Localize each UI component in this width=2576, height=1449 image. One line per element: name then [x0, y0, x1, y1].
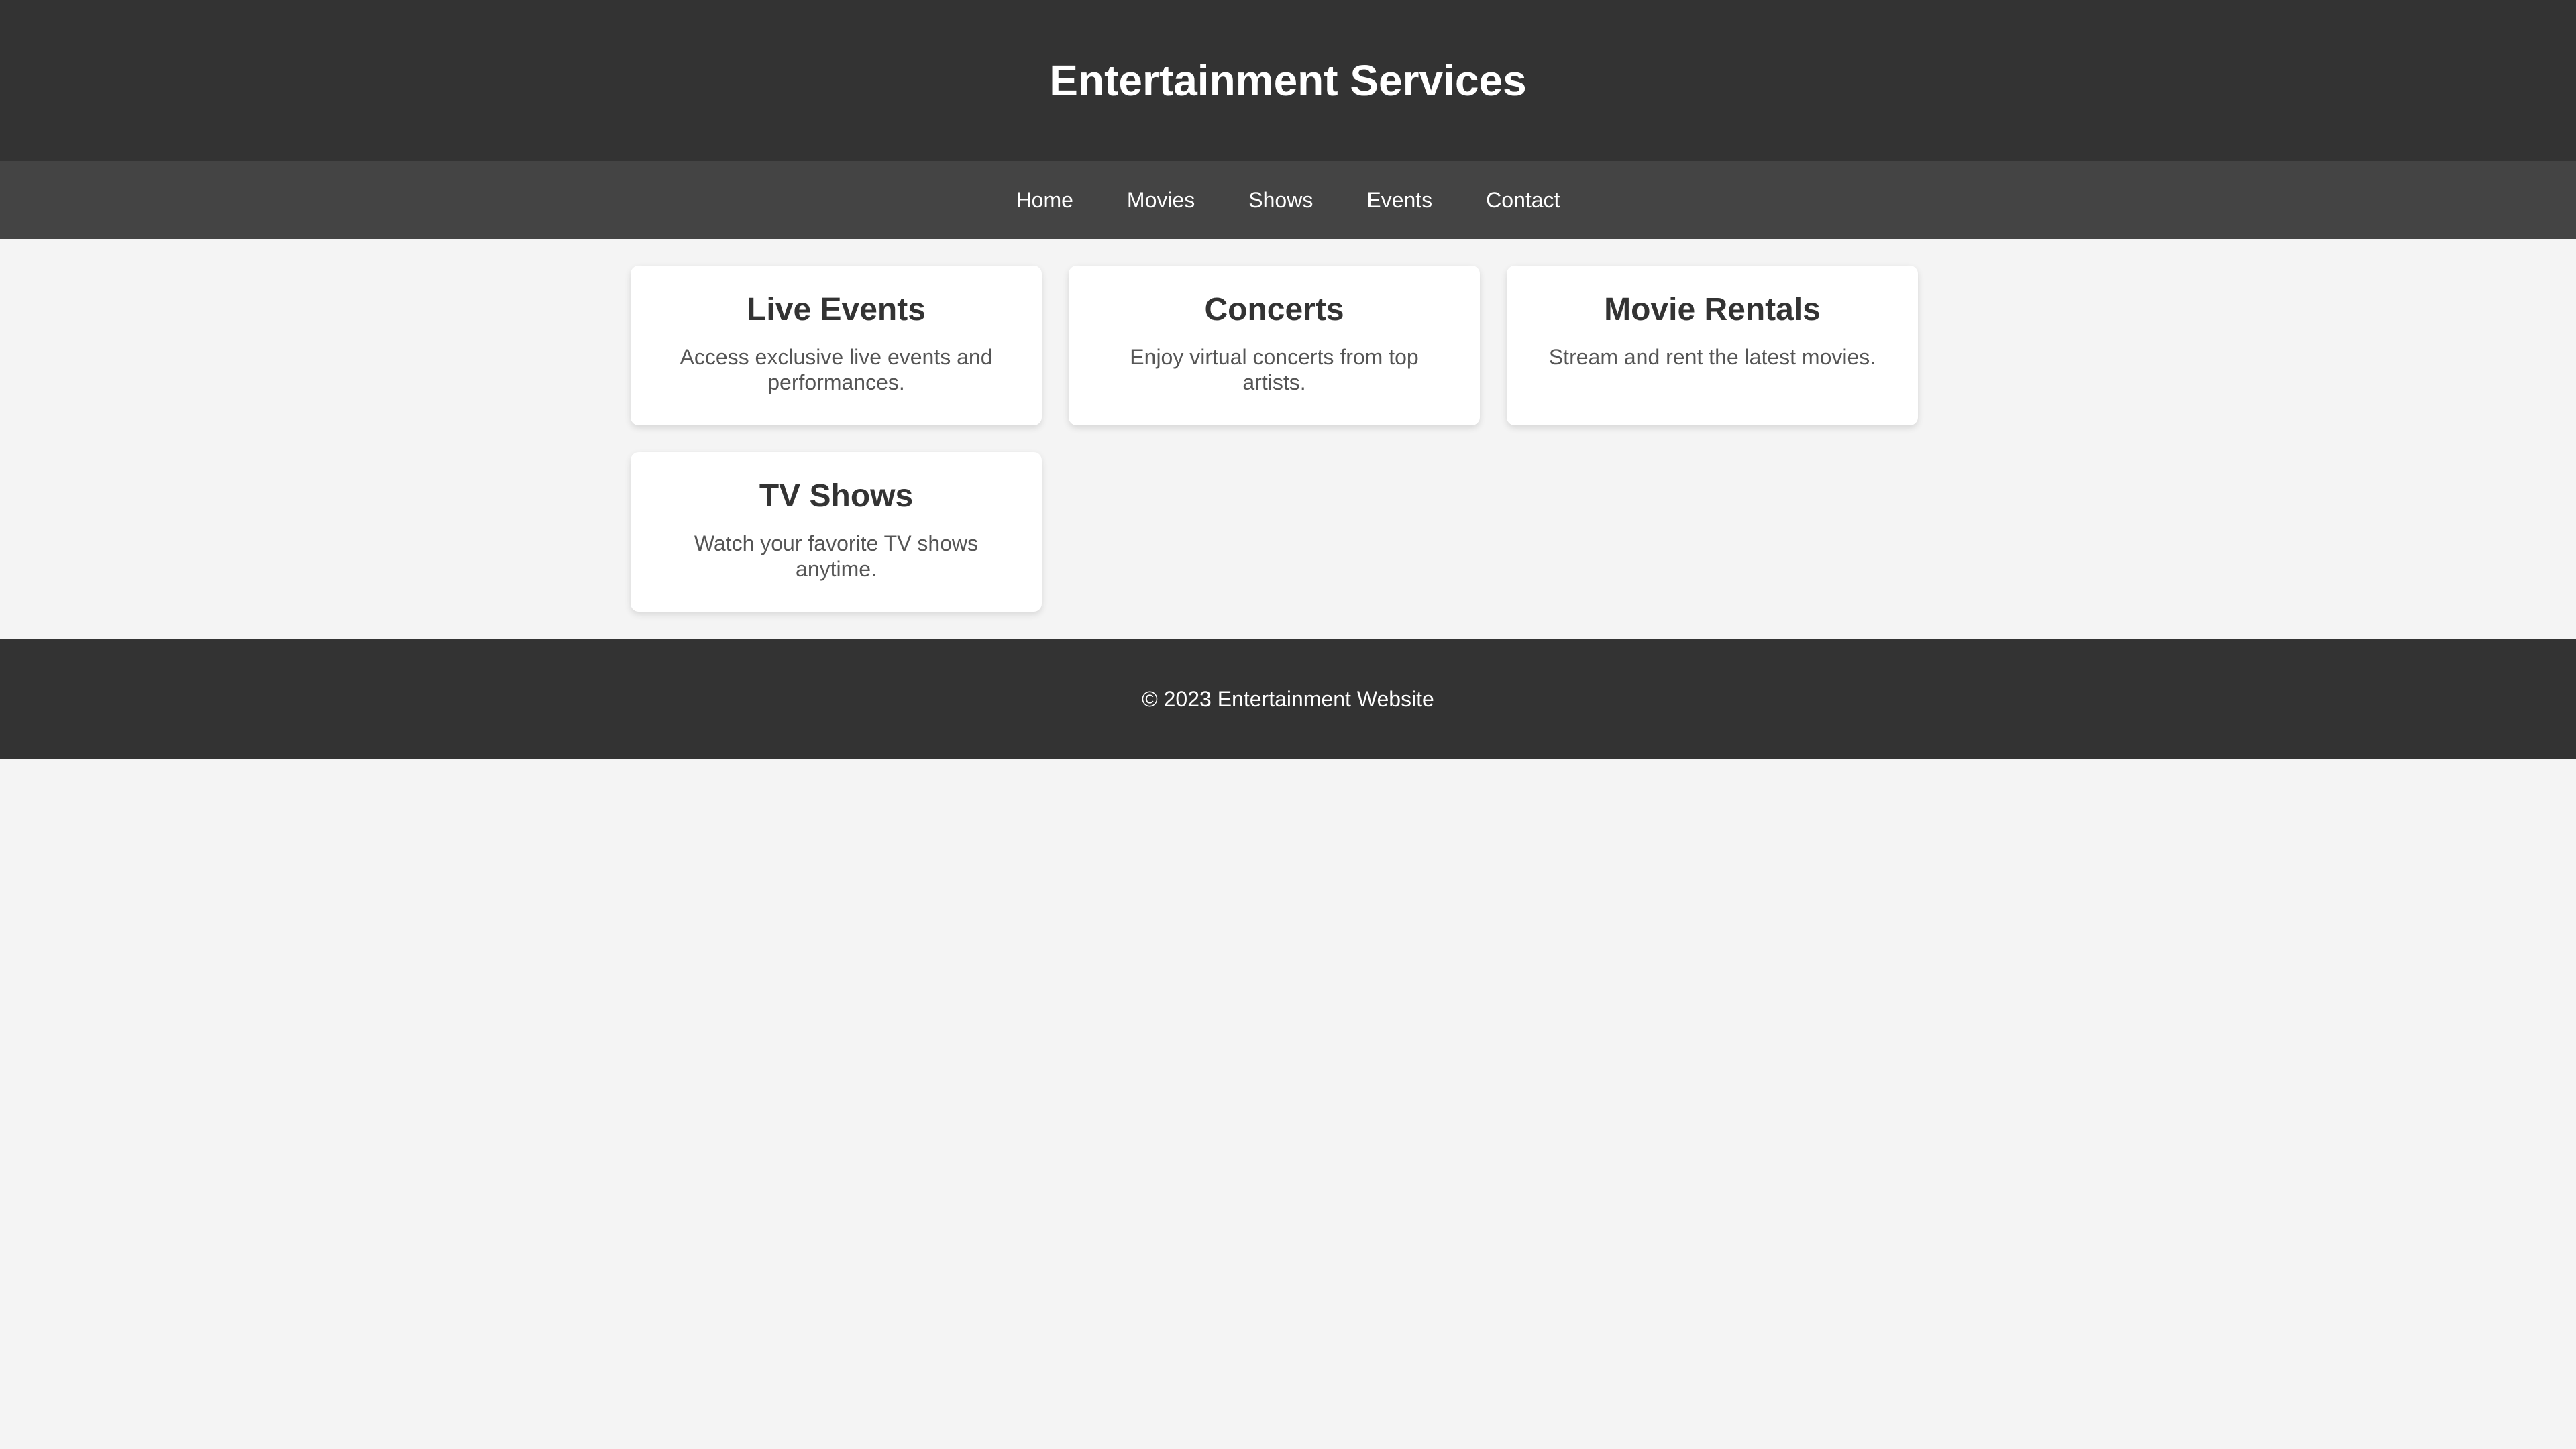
- service-card-movie-rentals: Movie Rentals Stream and rent the latest…: [1507, 266, 1918, 425]
- page-title: Entertainment Services: [1049, 56, 1527, 105]
- nav-link-home[interactable]: Home: [989, 188, 1100, 213]
- nav-link-movies[interactable]: Movies: [1100, 188, 1222, 213]
- card-description: Stream and rent the latest movies.: [1548, 345, 1876, 369]
- card-title: Live Events: [747, 292, 926, 327]
- site-footer: © 2023 Entertainment Website: [0, 639, 2576, 759]
- main-nav: Home Movies Shows Events Contact: [0, 161, 2576, 239]
- service-card-tv-shows: TV Shows Watch your favorite TV shows an…: [631, 452, 1042, 612]
- card-title: Movie Rentals: [1604, 292, 1821, 327]
- card-title: Concerts: [1204, 292, 1344, 327]
- card-description: Enjoy virtual concerts from top artists.: [1130, 345, 1419, 394]
- footer-copyright: © 2023 Entertainment Website: [1142, 686, 1434, 711]
- nav-link-events[interactable]: Events: [1340, 188, 1459, 213]
- card-title: TV Shows: [759, 478, 914, 514]
- nav-link-contact[interactable]: Contact: [1459, 188, 1587, 213]
- card-description: Watch your favorite TV shows anytime.: [694, 531, 979, 581]
- site-header: Entertainment Services: [0, 0, 2576, 161]
- services-grid: Live Events Access exclusive live events…: [631, 239, 1945, 639]
- service-card-concerts: Concerts Enjoy virtual concerts from top…: [1069, 266, 1480, 425]
- card-description: Access exclusive live events and perform…: [680, 345, 993, 394]
- service-card-live-events: Live Events Access exclusive live events…: [631, 266, 1042, 425]
- nav-link-shows[interactable]: Shows: [1222, 188, 1340, 213]
